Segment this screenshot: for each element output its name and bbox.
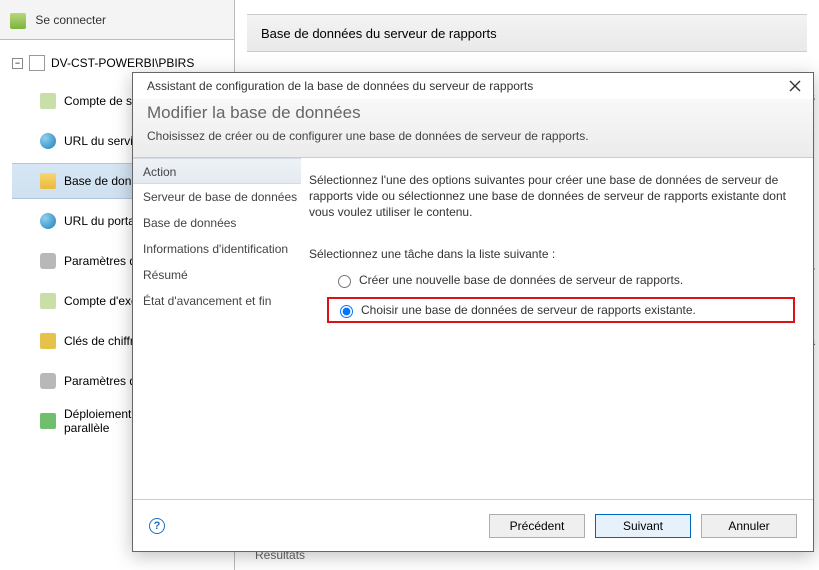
step-base[interactable]: Base de données: [133, 210, 301, 236]
close-button[interactable]: [783, 74, 807, 98]
subscription-settings-icon: [40, 373, 56, 389]
mail-settings-icon: [40, 253, 56, 269]
account-icon: [40, 93, 56, 109]
option-create-new[interactable]: Créer une nouvelle base de données de se…: [327, 269, 795, 291]
step-label: État d'avancement et fin: [143, 294, 271, 308]
step-label: Informations d'identification: [143, 242, 288, 256]
radio-choose[interactable]: [340, 305, 353, 318]
step-identification[interactable]: Informations d'identification: [133, 236, 301, 262]
step-label: Base de données: [143, 216, 236, 230]
dialog-footer: ? Précédent Suivant Annuler: [133, 499, 813, 551]
help-icon[interactable]: ?: [149, 518, 165, 534]
key-icon: [40, 333, 56, 349]
cancel-button[interactable]: Annuler: [701, 514, 797, 538]
option-choose-existing[interactable]: Choisir une base de données de serveur d…: [327, 297, 795, 323]
page-title: Base de données du serveur de rapports: [261, 26, 497, 41]
step-label: Serveur de base de données: [143, 190, 297, 204]
connect-icon: [10, 13, 26, 29]
dialog-subheading: Choisissez de créer ou de configurer une…: [147, 129, 799, 143]
server-node-label: DV-CST-POWERBI\PBIRS: [51, 56, 194, 70]
connect-label: Se connecter: [35, 13, 106, 27]
execution-account-icon: [40, 293, 56, 309]
next-button[interactable]: Suivant: [595, 514, 691, 538]
step-action[interactable]: Action: [133, 158, 301, 184]
step-resume[interactable]: Résumé: [133, 262, 301, 288]
dialog-header: Modifier la base de données Choisissez d…: [133, 99, 813, 158]
dialog-titlebar: Assistant de configuration de la base de…: [133, 73, 813, 99]
wizard-steps: Action Serveur de base de données Base d…: [133, 158, 301, 510]
task-label: Sélectionnez une tâche dans la liste sui…: [309, 247, 795, 261]
step-serveur[interactable]: Serveur de base de données: [133, 184, 301, 210]
database-icon: [40, 173, 56, 189]
intro-text: Sélectionnez l'une des options suivantes…: [309, 172, 795, 221]
radio-create[interactable]: [338, 275, 351, 288]
scaleout-icon: [40, 413, 56, 429]
option-choose-label: Choisir une base de données de serveur d…: [361, 303, 696, 317]
close-icon: [789, 80, 801, 92]
option-create-label: Créer une nouvelle base de données de se…: [359, 273, 683, 287]
step-label: Résumé: [143, 268, 188, 282]
tree-collapse-icon[interactable]: −: [12, 58, 23, 69]
dialog-heading: Modifier la base de données: [147, 103, 799, 123]
dialog-body: Action Serveur de base de données Base d…: [133, 158, 813, 510]
wizard-dialog: Assistant de configuration de la base de…: [132, 72, 814, 552]
server-node[interactable]: − DV-CST-POWERBI\PBIRS: [12, 55, 234, 71]
dialog-title: Assistant de configuration de la base de…: [147, 79, 533, 93]
step-etat[interactable]: État d'avancement et fin: [133, 288, 301, 314]
globe-icon: [40, 213, 56, 229]
step-label: Action: [143, 165, 176, 179]
globe-icon: [40, 133, 56, 149]
page-title-bar: Base de données du serveur de rapports: [247, 14, 807, 52]
wizard-content: Sélectionnez l'une des options suivantes…: [301, 158, 813, 510]
connect-bar[interactable]: Se connecter: [0, 0, 234, 40]
server-icon: [29, 55, 45, 71]
previous-button[interactable]: Précédent: [489, 514, 585, 538]
